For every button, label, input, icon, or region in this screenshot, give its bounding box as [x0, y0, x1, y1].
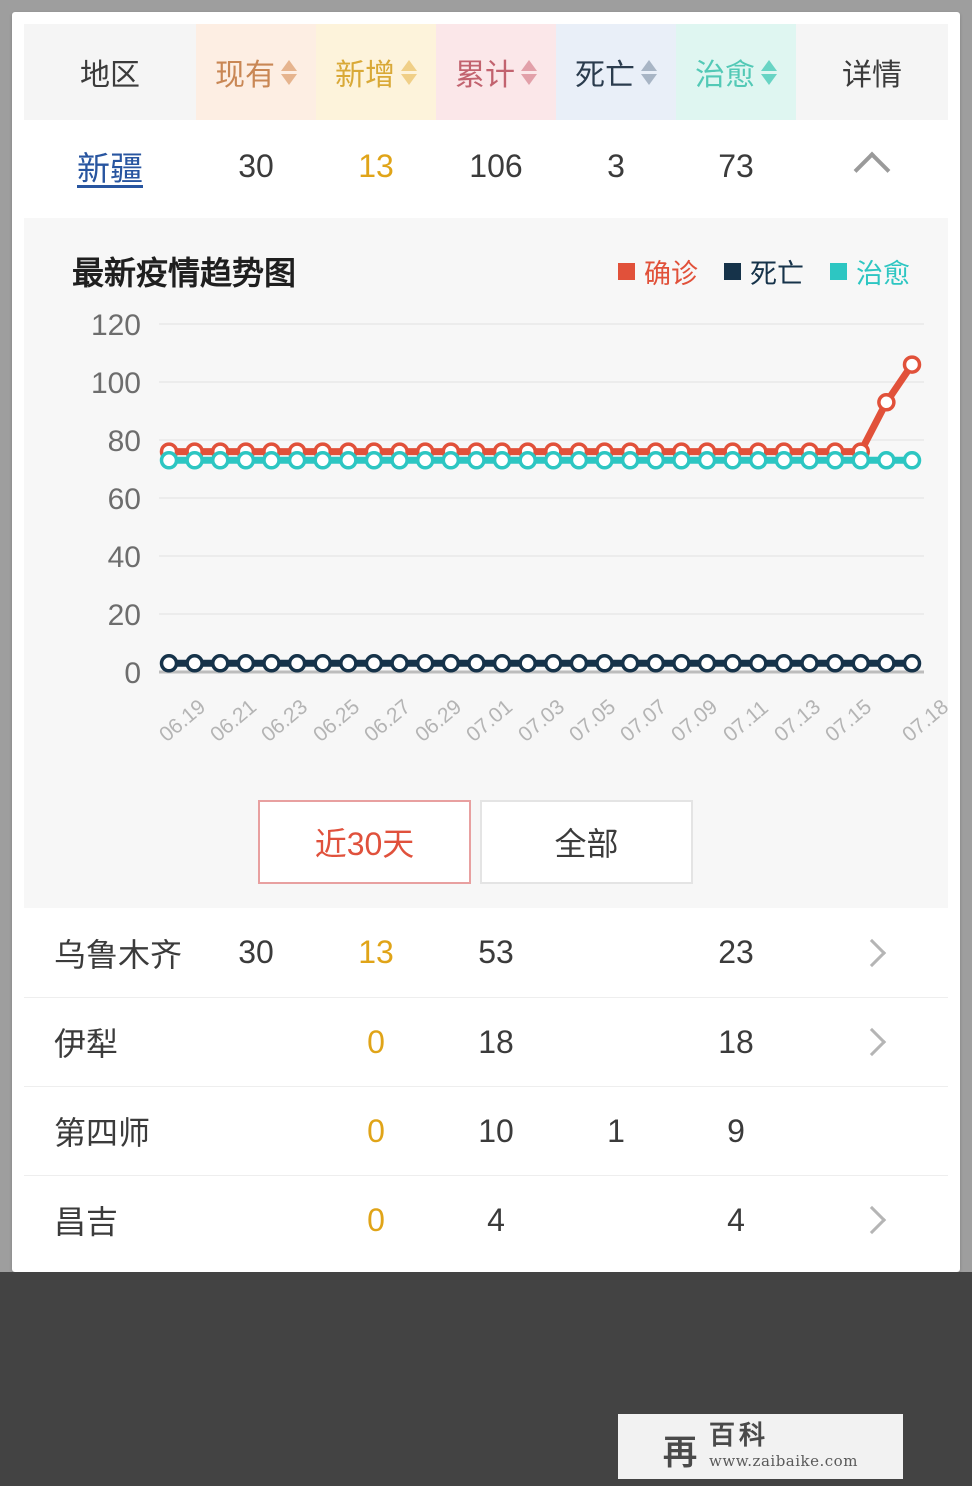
legend-swatch-confirmed	[618, 262, 635, 280]
svg-text:60: 60	[108, 483, 141, 516]
legend-label-cured: 治愈	[856, 258, 910, 289]
city-name: 第四师	[54, 1115, 151, 1151]
column-header-new[interactable]: 新增	[316, 24, 436, 120]
city-detail-cell[interactable]	[796, 1205, 948, 1235]
legend-swatch-death	[724, 262, 741, 280]
province-total-cell: 106	[469, 147, 523, 184]
city-row[interactable]: 昌吉 0 4 4	[24, 1175, 948, 1264]
sort-icon-cured[interactable]	[761, 59, 777, 85]
column-header-total[interactable]: 累计	[436, 24, 556, 120]
city-name: 伊犁	[54, 1026, 119, 1062]
column-header-detail[interactable]: 详情	[796, 24, 948, 120]
city-name: 乌鲁木齐	[54, 936, 183, 973]
city-new-cell: 0	[367, 1023, 385, 1060]
city-current-cell: 30	[238, 934, 274, 970]
city-new-cell: 0	[367, 1112, 385, 1149]
chart-range-buttons: 近30天 全部	[258, 800, 693, 884]
column-header-death-label: 死亡	[575, 59, 635, 92]
chevron-right-icon[interactable]	[857, 1205, 887, 1235]
city-row[interactable]: 第四师 0 10 1 9	[24, 1086, 948, 1175]
watermark-url: www.zaibaike.com	[709, 1452, 858, 1471]
sort-icon-current[interactable]	[281, 59, 297, 85]
province-name-link[interactable]: 新疆	[77, 142, 143, 190]
legend-item-cured[interactable]: 治愈	[830, 252, 910, 291]
svg-text:40: 40	[108, 541, 141, 574]
column-header-total-label: 累计	[455, 59, 515, 92]
svg-text:120: 120	[91, 309, 141, 342]
city-total-cell: 10	[478, 1112, 514, 1149]
watermark: 再 百科 www.zaibaike.com	[618, 1414, 903, 1479]
svg-text:0: 0	[124, 657, 141, 690]
chart-plot-area: 0 20 40 60 80 100 120	[24, 302, 948, 722]
province-collapse-cell[interactable]	[796, 149, 948, 189]
city-cured-cell: 4	[727, 1201, 745, 1238]
province-row-xinjiang[interactable]: 新疆 30 13 106 3 73	[24, 120, 948, 212]
city-detail-cell[interactable]	[796, 1027, 948, 1057]
city-death-cell: 1	[607, 1112, 625, 1149]
screen-root: 地区 现有 新增 累计 死亡 治愈 详情 新疆 30 13 106 3 73 最…	[0, 0, 972, 1486]
city-cured-cell: 18	[718, 1023, 754, 1060]
city-total-cell: 4	[487, 1201, 505, 1238]
city-detail-cell[interactable]	[796, 938, 948, 967]
range-button-all[interactable]: 全部	[480, 800, 693, 884]
line-chart-svg: 0 20 40 60 80 100 120	[91, 309, 924, 690]
province-death-cell: 3	[607, 147, 625, 184]
column-header-region-label: 地区	[80, 59, 140, 92]
legend-item-death[interactable]: 死亡	[724, 252, 804, 291]
province-current-cell: 30	[238, 147, 274, 184]
province-new-cell: 13	[358, 147, 394, 184]
city-total-cell: 18	[478, 1023, 514, 1060]
city-cured-cell: 9	[727, 1112, 745, 1149]
province-name-cell[interactable]: 新疆	[24, 142, 196, 190]
watermark-logo: 再	[663, 1433, 700, 1474]
chart-legend: 确诊 死亡 治愈	[618, 252, 910, 291]
legend-label-confirmed: 确诊	[644, 258, 698, 289]
svg-text:80: 80	[108, 425, 141, 458]
legend-item-confirmed[interactable]: 确诊	[618, 252, 698, 291]
legend-swatch-cured	[830, 262, 847, 280]
city-name: 昌吉	[54, 1204, 119, 1240]
watermark-kanji: 百科	[709, 1420, 770, 1451]
city-cured-cell: 23	[718, 934, 754, 970]
column-header-detail-label: 详情	[842, 59, 902, 92]
column-header-region[interactable]: 地区	[24, 24, 196, 120]
city-total-cell: 53	[478, 934, 514, 970]
sort-icon-total[interactable]	[521, 59, 537, 85]
epidemic-card: 地区 现有 新增 累计 死亡 治愈 详情 新疆 30 13 106 3 73 最…	[12, 12, 960, 1272]
chart-title: 最新疫情趋势图	[72, 255, 297, 291]
city-list: 乌鲁木齐 30 13 53 23 伊犁 0 18 18 第四师 0 10 1 9 昌吉 0 4 4	[24, 908, 948, 1264]
svg-text:100: 100	[91, 367, 141, 400]
trend-chart-panel: 最新疫情趋势图 确诊 死亡 治愈 0 20 40 60 80 100 120 0…	[24, 218, 953, 908]
chevron-up-icon[interactable]	[853, 151, 891, 189]
city-new-cell: 0	[367, 1201, 385, 1238]
column-header-current-label: 现有	[215, 59, 275, 92]
column-header-new-label: 新增	[335, 59, 395, 92]
chevron-right-icon[interactable]	[857, 1027, 887, 1057]
chevron-right-icon[interactable]	[857, 938, 887, 967]
svg-text:20: 20	[108, 599, 141, 632]
province-cured-cell: 73	[718, 147, 754, 184]
city-new-cell: 13	[358, 934, 394, 970]
city-row[interactable]: 乌鲁木齐 30 13 53 23	[24, 908, 948, 997]
sort-icon-new[interactable]	[401, 59, 417, 85]
column-header-cured-label: 治愈	[695, 59, 755, 92]
column-header-current[interactable]: 现有	[196, 24, 316, 120]
city-row[interactable]: 伊犁 0 18 18	[24, 997, 948, 1086]
sort-icon-death[interactable]	[641, 59, 657, 85]
table-header-row: 地区 现有 新增 累计 死亡 治愈 详情	[24, 24, 948, 120]
range-button-30days[interactable]: 近30天	[258, 800, 471, 884]
column-header-cured[interactable]: 治愈	[676, 24, 796, 120]
column-header-death[interactable]: 死亡	[556, 24, 676, 120]
chart-header: 最新疫情趋势图 确诊 死亡 治愈	[24, 218, 948, 294]
legend-label-death: 死亡	[750, 258, 804, 289]
